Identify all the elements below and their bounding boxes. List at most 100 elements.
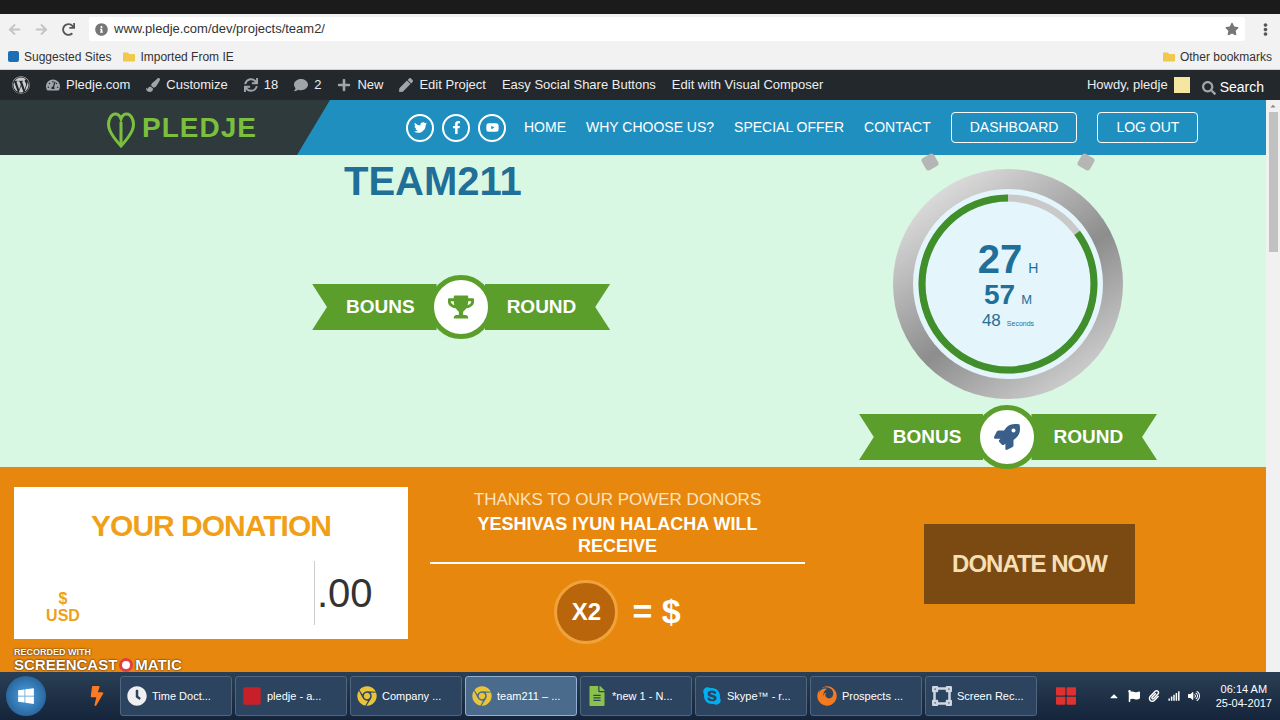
logo-area: PLEDJE (0, 100, 330, 155)
taskbar-item[interactable]: pledje - a... (235, 676, 347, 716)
network-icon[interactable] (1168, 690, 1180, 702)
windows-icon (17, 687, 35, 705)
bookmark[interactable]: Imported From IE (123, 48, 233, 66)
folder-icon (123, 51, 135, 63)
admin-bar-item[interactable]: 2 (286, 75, 329, 95)
screen-recorder-icon (932, 686, 952, 706)
clock[interactable]: 06:14 AM25-04-2017 (1216, 682, 1272, 711)
start-button[interactable] (6, 676, 46, 716)
donation-card: YOUR DONATION$USD.00 (14, 487, 408, 639)
donation-strip: YOUR DONATION$USD.00THANKS TO OUR POWER … (0, 467, 1266, 672)
timer-bonus-ribbon: BONUSROUND (859, 405, 1157, 469)
pen-icon (399, 78, 413, 92)
admin-bar: Pledje.comCustomize182NewEdit ProjectEas… (0, 70, 1280, 100)
stopwatch-knob (1076, 152, 1095, 171)
reload-icon[interactable] (62, 23, 75, 36)
admin-bar-item[interactable]: New (329, 75, 391, 95)
nav-button[interactable]: LOG OUT (1097, 112, 1198, 143)
bookmarks-bar: Suggested Sites Imported From IE Other boo… (0, 44, 1280, 70)
youtube-icon[interactable] (478, 114, 506, 142)
back-icon[interactable] (8, 23, 21, 36)
info-icon[interactable] (95, 23, 108, 36)
site-header: PLEDJE HOME WHY CHOOSE US? SPECIAL OFFER CON… (0, 100, 1266, 155)
bing-icon (8, 51, 19, 62)
volume-icon[interactable] (1188, 690, 1200, 702)
folder-icon (1163, 51, 1175, 63)
scrollbar-thumb[interactable] (1269, 112, 1278, 252)
bonus-round-ribbon: BOUNSROUND (312, 275, 860, 339)
screen: www.pledje.com/dev/projects/team2/Sugges… (0, 0, 1280, 720)
page: PLEDJE HOME WHY CHOOSE US? SPECIAL OFFER CON… (0, 100, 1266, 672)
firefox-icon (817, 686, 837, 706)
rocket-icon (994, 424, 1020, 450)
countdown-timer: 27H57M48Seconds (893, 169, 1123, 399)
filezilla-icon (242, 686, 262, 706)
admin-bar-item[interactable]: Customize (138, 75, 235, 95)
main-nav: HOME WHY CHOOSE US? SPECIAL OFFER CONTACT DA… (524, 112, 1198, 143)
donate-now-button[interactable]: DONATE NOW (924, 524, 1135, 604)
chrome-icon (357, 686, 377, 706)
taskbar-item[interactable]: team211 – ... (465, 676, 577, 716)
star-icon[interactable] (1225, 22, 1239, 36)
comment-icon (294, 78, 308, 92)
admin-bar-item[interactable]: Edit with Visual Composer (664, 75, 832, 95)
taskbar: Time Doct...pledje - a...Company ...team… (0, 672, 1280, 720)
bookmark[interactable]: Suggested Sites (8, 48, 111, 66)
taskbar-item[interactable]: Skype™ - r... (695, 676, 807, 716)
stopwatch-knob (920, 152, 939, 171)
nav-link[interactable]: WHY CHOOSE US? (586, 117, 714, 138)
taskbar-item[interactable]: Prospects ... (810, 676, 922, 716)
taskbar-item[interactable]: Company ... (350, 676, 462, 716)
pinned-app[interactable] (1046, 676, 1086, 716)
clip-icon[interactable] (1148, 690, 1160, 702)
brush-icon (146, 78, 160, 92)
address-bar: www.pledje.com/dev/projects/team2/ (0, 14, 1280, 44)
nav-button[interactable]: DASHBOARD (951, 112, 1078, 143)
facebook-icon[interactable] (442, 114, 470, 142)
admin-bar-item[interactable]: 18 (236, 75, 286, 95)
taskbar-item[interactable]: Time Doct... (120, 676, 232, 716)
menu-icon[interactable] (1259, 23, 1272, 36)
tray-expand-icon[interactable] (1108, 690, 1120, 702)
nav-link[interactable]: SPECIAL OFFER (734, 117, 844, 138)
admin-search[interactable]: Search (1202, 77, 1264, 100)
search-icon (1202, 81, 1216, 95)
donation-amount-field[interactable]: .00 (314, 561, 408, 625)
forward-icon[interactable] (35, 23, 48, 36)
admin-bar-item[interactable]: Easy Social Share Buttons (494, 75, 664, 95)
screencast-logo-icon (119, 658, 133, 672)
nav-link[interactable]: HOME (524, 117, 566, 138)
trophy-icon (448, 294, 474, 320)
twitter-icon[interactable] (406, 114, 434, 142)
admin-bar-item[interactable]: Pledje.com (38, 75, 138, 95)
project-hero: TEAM211 BOUNSROUND 27H57M48SecondsBONUSROU… (0, 155, 1266, 467)
admin-bar-item[interactable]: Edit Project (391, 75, 493, 95)
wordpress-icon[interactable] (4, 76, 38, 94)
nav-link[interactable]: CONTACT (864, 117, 931, 138)
url-field[interactable]: www.pledje.com/dev/projects/team2/ (89, 17, 1245, 41)
logo-text[interactable]: PLEDJE (142, 107, 257, 149)
updates-icon (244, 78, 258, 92)
system-tray: 06:14 AM25-04-2017 (1108, 682, 1272, 711)
scrollbar[interactable] (1266, 100, 1280, 672)
chrome-icon (472, 686, 492, 706)
project-title: TEAM211 (344, 159, 860, 203)
taskbar-item[interactable]: Screen Rec... (925, 676, 1037, 716)
match-info: THANKS TO OUR POWER DONORSYESHIVAS IYUN … (430, 487, 805, 644)
xampp-taskbar-item[interactable] (77, 676, 117, 716)
avatar-icon (1174, 77, 1190, 93)
dashboard-icon (46, 78, 60, 92)
notepad-icon (587, 686, 607, 706)
grid-app-icon (1056, 686, 1076, 706)
other-bookmarks[interactable]: Other bookmarks (1163, 48, 1272, 66)
skype-icon (702, 686, 722, 706)
taskbar-item[interactable]: *new 1 - N... (580, 676, 692, 716)
tab-strip (0, 0, 1280, 14)
scroll-up-icon[interactable] (1269, 102, 1277, 110)
howdy[interactable]: Howdy, pledje (1087, 75, 1190, 95)
multiplier-badge: X2 (554, 580, 618, 644)
watermark: RECORDED WITHSCREENCASTMATIC (14, 648, 182, 674)
flag-icon[interactable] (1128, 690, 1140, 702)
xampp-icon (87, 686, 107, 706)
heart-logo-icon (104, 108, 138, 148)
